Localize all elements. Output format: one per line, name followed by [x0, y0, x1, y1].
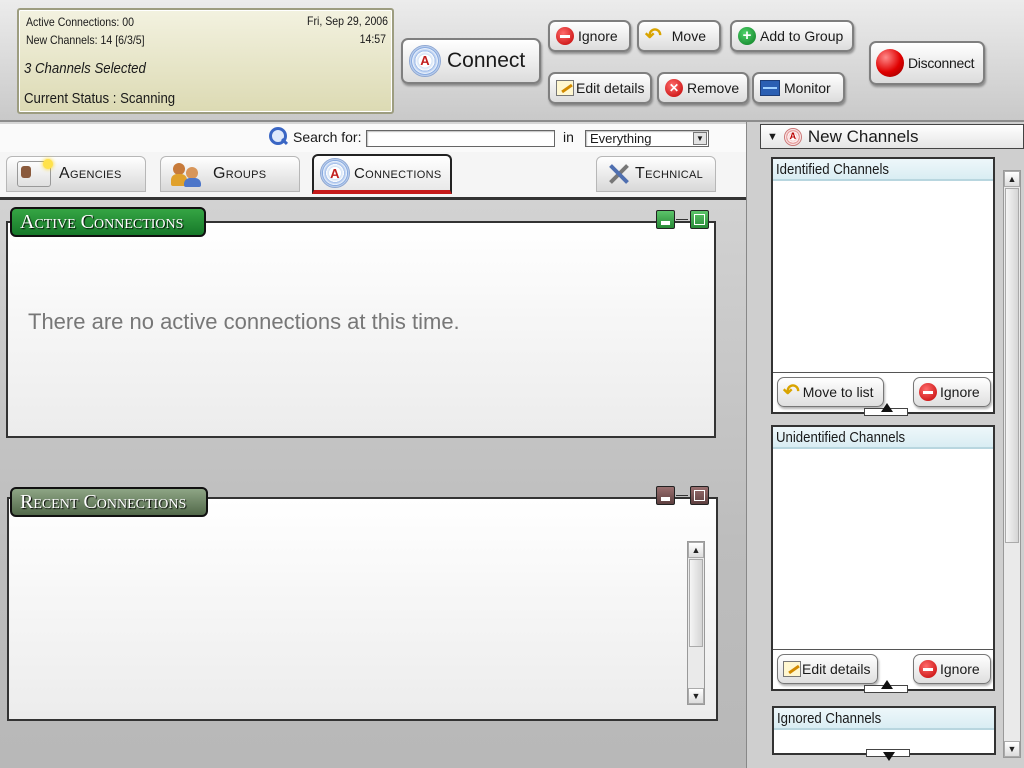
identified-channels-title: Identified Channels — [773, 159, 993, 181]
no-active-connections-message: There are no active connections at this … — [28, 309, 460, 334]
top-toolbar: Active Connections: 00 New Channels: 14 … — [0, 0, 1024, 122]
move-arrow-icon: ↶ — [783, 381, 800, 403]
disconnect-button[interactable]: Disconnect — [869, 41, 985, 85]
tab-technical-label: Technical — [635, 165, 704, 182]
minimize-icon[interactable] — [656, 486, 675, 505]
move-arrow-icon: ↶ — [645, 25, 662, 47]
remove-button[interactable]: ✕ Remove — [657, 72, 749, 104]
monitor-label: Monitor — [784, 80, 831, 96]
tab-technical[interactable]: Technical — [596, 156, 716, 192]
disconnect-label: Disconnect — [908, 55, 975, 71]
search-in-label: in — [563, 129, 574, 145]
remove-label: Remove — [687, 80, 740, 96]
status-time: 14:57 — [359, 32, 386, 46]
status-date: Fri, Sep 29, 2006 — [306, 14, 388, 28]
add-icon: + — [738, 27, 756, 45]
search-input[interactable] — [366, 130, 555, 147]
disconnect-red-icon — [876, 49, 904, 77]
tab-bar: Agencies Groups Connections Technical — [0, 152, 746, 200]
scroll-thumb[interactable] — [689, 559, 703, 647]
no-entry-icon — [919, 660, 937, 678]
add-to-group-label: Add to Group — [760, 28, 844, 44]
recent-connections-panel: ▲ ▼ — [7, 497, 718, 721]
search-scope-value: Everything — [590, 131, 652, 146]
expand-handle[interactable] — [864, 403, 908, 416]
unidentified-edit-details-label: Edit details — [802, 661, 871, 677]
maximize-icon[interactable] — [690, 210, 709, 229]
connect-button[interactable]: Connect — [401, 38, 541, 84]
collapse-triangle-icon[interactable]: ▼ — [767, 131, 778, 143]
search-scope-select[interactable]: Everything ▼ — [585, 130, 709, 147]
maximize-icon[interactable] — [690, 486, 709, 505]
tab-groups-label: Groups — [213, 165, 267, 182]
tab-connections[interactable]: Connections — [312, 154, 452, 194]
divider — [773, 649, 993, 650]
scroll-up-icon[interactable]: ▲ — [1004, 171, 1020, 187]
status-panel: Active Connections: 00 New Channels: 14 … — [17, 8, 394, 114]
identified-ignore-label: Ignore — [940, 384, 980, 400]
expand-handle[interactable] — [864, 680, 908, 693]
tab-agencies-label: Agencies — [59, 165, 122, 182]
edit-details-label: Edit details — [576, 80, 645, 96]
edit-details-button[interactable]: Edit details — [548, 72, 652, 104]
scroll-up-icon[interactable]: ▲ — [688, 542, 704, 558]
button-connector — [676, 495, 688, 496]
search-label: Search for: — [293, 129, 362, 145]
ignored-channels-box: Ignored Channels — [772, 706, 996, 755]
no-entry-icon — [919, 383, 937, 401]
recent-connections-title: Recent Connections — [10, 487, 208, 517]
identified-channels-box: Identified Channels ↶ Move to list Ignor… — [771, 157, 995, 414]
no-entry-icon — [556, 27, 574, 45]
button-connector — [676, 219, 688, 220]
id-card-icon — [17, 159, 53, 187]
scroll-thumb[interactable] — [1005, 188, 1019, 543]
connect-label: Connect — [447, 49, 526, 72]
divider — [773, 372, 993, 373]
move-label: Move — [671, 28, 706, 44]
search-bar: Search for: in Everything ▼ — [0, 124, 746, 152]
unidentified-ignore-label: Ignore — [940, 661, 980, 677]
unidentified-channels-title: Unidentified Channels — [773, 427, 993, 449]
ignore-label: Ignore — [578, 28, 618, 44]
channels-selected: 3 Channels Selected — [24, 60, 146, 77]
add-to-group-button[interactable]: + Add to Group — [730, 20, 854, 52]
move-to-list-label: Move to list — [802, 384, 874, 400]
antenna-icon — [320, 158, 350, 188]
scroll-down-icon[interactable]: ▼ — [688, 688, 704, 704]
move-to-list-button[interactable]: ↶ Move to list — [777, 377, 884, 407]
move-button[interactable]: ↶ Move — [637, 20, 721, 52]
chevron-down-icon[interactable]: ▼ — [693, 132, 707, 145]
active-connections-panel: There are no active connections at this … — [6, 221, 716, 438]
new-channels-scrollbar[interactable]: ▲ ▼ — [1003, 170, 1021, 758]
unidentified-channels-box: Unidentified Channels Edit details Ignor… — [771, 425, 995, 691]
remove-x-icon: ✕ — [665, 79, 683, 97]
antenna-icon — [783, 127, 802, 146]
tab-connections-label: Connections — [354, 164, 442, 182]
unidentified-ignore-button[interactable]: Ignore — [913, 654, 991, 684]
unidentified-edit-details-button[interactable]: Edit details — [777, 654, 878, 684]
current-status: Current Status : Scanning — [24, 90, 176, 107]
antenna-icon — [409, 45, 441, 77]
new-channels-header[interactable]: ▼ New Channels — [760, 124, 1024, 149]
edit-pencil-icon — [556, 80, 574, 96]
monitor-icon — [760, 80, 780, 96]
tab-groups[interactable]: Groups — [160, 156, 300, 192]
people-icon — [171, 161, 205, 187]
recent-connections-scrollbar[interactable]: ▲ ▼ — [687, 541, 705, 705]
monitor-button[interactable]: Monitor — [752, 72, 845, 104]
edit-pencil-icon — [783, 661, 801, 677]
new-channels-count: New Channels: 14 [6/3/5] — [26, 33, 145, 47]
tab-agencies[interactable]: Agencies — [6, 156, 146, 192]
ignored-channels-title: Ignored Channels — [774, 708, 994, 730]
new-channels-title: New Channels — [807, 126, 919, 146]
expand-handle[interactable] — [866, 749, 910, 761]
active-connections-count: Active Connections: 00 — [26, 15, 135, 29]
minimize-icon[interactable] — [656, 210, 675, 229]
scroll-down-icon[interactable]: ▼ — [1004, 741, 1020, 757]
ignore-button[interactable]: Ignore — [548, 20, 631, 52]
active-connections-title: Active Connections — [10, 207, 206, 237]
tools-icon — [607, 162, 631, 186]
identified-ignore-button[interactable]: Ignore — [913, 377, 991, 407]
